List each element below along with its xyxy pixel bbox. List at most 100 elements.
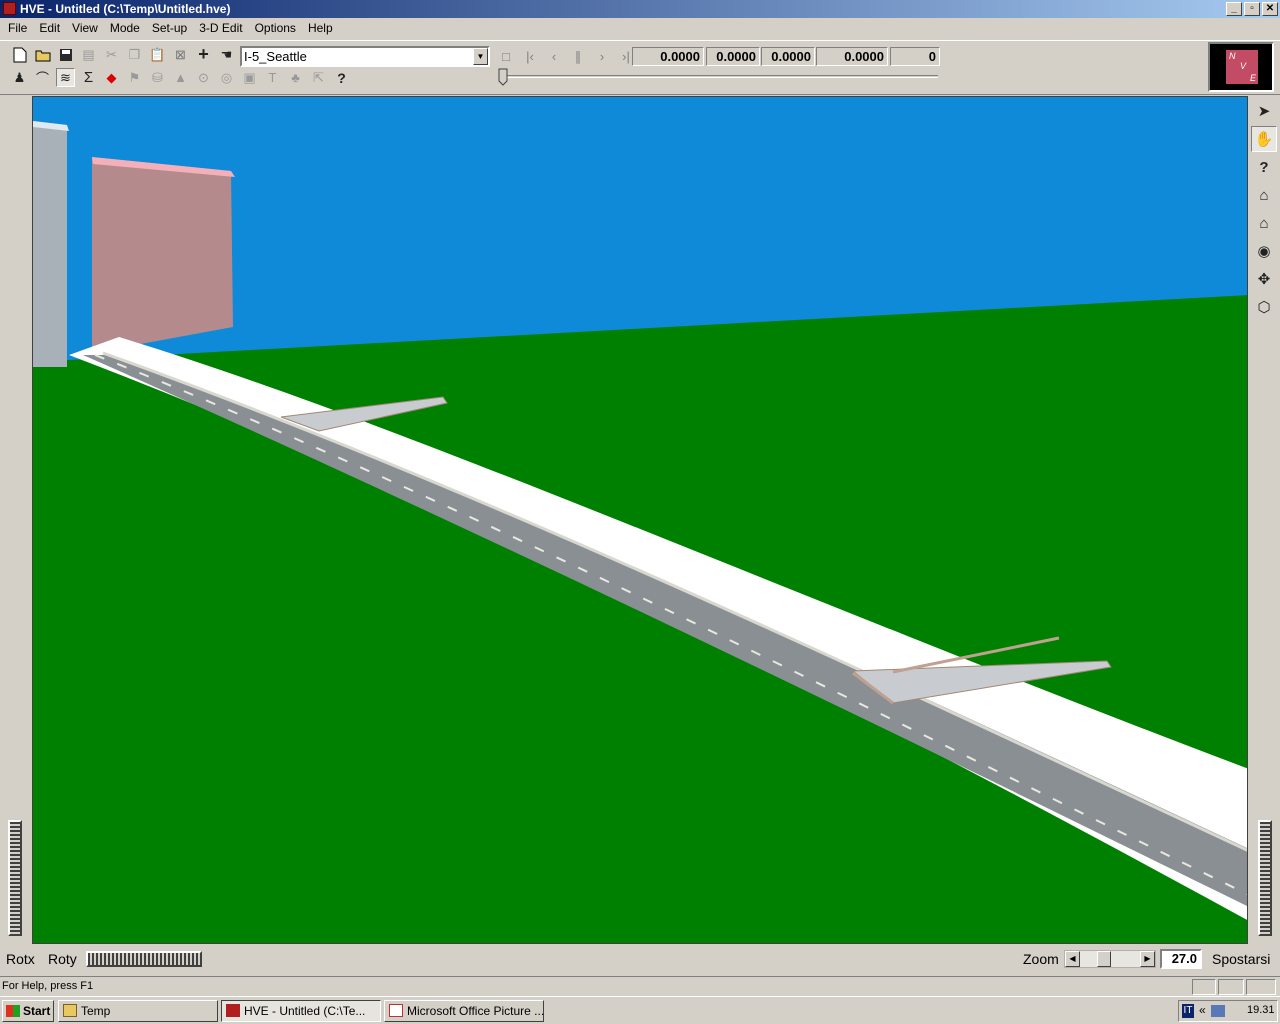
task-temp-label: Temp [81,1004,111,1018]
add-icon[interactable]: + [194,44,213,64]
compass-v: V [1240,61,1247,71]
compass-e: E [1250,73,1257,83]
zoom-value[interactable]: 27.0 [1160,949,1202,969]
sigma-icon[interactable]: Σ [79,68,98,87]
path-icon[interactable]: ⌒ [33,68,52,87]
minimize-button[interactable]: _ [1226,2,1242,16]
rotx-label: Rotx [6,951,35,967]
open-folder-icon[interactable] [33,45,52,64]
home-icon[interactable]: ⌂ [1251,182,1277,208]
zoom-scrollbar[interactable]: ◀ ▶ [1064,950,1156,968]
target-icon[interactable]: ◎ [217,68,236,87]
time-slider-track[interactable] [502,75,938,78]
copy-icon[interactable]: ❐ [125,45,144,64]
help-icon[interactable]: ? [1251,154,1277,180]
zoom-label: Zoom [1023,951,1059,967]
compass-n: N [1229,51,1236,61]
text-tool-icon[interactable]: T [263,68,282,87]
save-icon[interactable] [56,45,75,64]
zoom-vertical-slider[interactable] [1258,820,1272,936]
collision-icon[interactable]: ◆ [102,68,121,87]
task-picture-manager[interactable]: Microsoft Office Picture ... [384,1000,544,1022]
language-indicator[interactable]: IT [1182,1004,1194,1018]
stop-icon[interactable]: □ [496,47,516,66]
delete-icon[interactable]: ⊠ [171,45,190,64]
orientation-compass: N V E [1208,42,1274,92]
zoom-right-arrow-icon[interactable]: ▶ [1140,951,1155,967]
roty-label: Roty [48,951,77,967]
environment-icon[interactable]: ≋ [56,68,75,87]
taskbar: Start Temp HVE - Untitled (C:\Te... Micr… [0,996,1280,1024]
menu-help[interactable]: Help [302,18,339,38]
network-icon[interactable] [1211,1005,1225,1017]
rotx-vertical-slider[interactable] [8,820,22,936]
context-help-icon[interactable]: ? [332,68,351,87]
arrow-tool-icon[interactable]: ⇱ [309,68,328,87]
readout-2: 0.0000 [706,47,760,66]
chevron-down-icon[interactable]: ▼ [473,48,488,65]
environment-select[interactable]: I-5_Seattle ▼ [240,46,490,67]
menu-setup[interactable]: Set-up [146,18,193,38]
zoom-left-arrow-icon[interactable]: ◀ [1065,951,1080,967]
menu-edit[interactable]: Edit [33,18,66,38]
3d-viewport[interactable] [32,96,1248,944]
toolbar: ▤ ✂ ❐ 📋 ⊠ + ☚ ♟ ⌒ ≋ Σ ◆ ⚑ ⛁ ▲ ⊙ ◎ ▣ T ♣ … [0,40,1280,95]
menu-bar: File Edit View Mode Set-up 3-D Edit Opti… [0,18,1280,38]
app-icon [3,2,16,15]
start-button[interactable]: Start [2,1000,54,1022]
clock: 19.31 [1247,1004,1275,1016]
readout-4: 0.0000 [816,47,888,66]
status-bar: For Help, press F1 [0,976,1280,996]
status-pane-3 [1246,979,1276,995]
rewind-start-icon[interactable]: |‹ [520,47,540,66]
readout-5: 0 [890,47,940,66]
pan-label: Spostarsi [1212,951,1271,967]
restore-button[interactable]: ▫ [1244,2,1260,16]
menu-mode[interactable]: Mode [104,18,146,38]
flag-icon[interactable]: ⚑ [125,68,144,87]
status-pane-1 [1192,979,1216,995]
roty-slider[interactable] [86,951,202,967]
menu-3d-edit[interactable]: 3-D Edit [193,18,248,38]
start-label: Start [23,1004,51,1018]
tree-icon[interactable]: ♣ [286,68,305,87]
readout-3: 0.0000 [761,47,815,66]
windows-logo-icon [6,1005,20,1017]
vehicle-icon[interactable]: ♟ [10,68,29,87]
window-title: HVE - Untitled (C:\Temp\Untitled.hve) [20,2,231,16]
pause-icon[interactable]: ∥ [568,47,588,66]
eye-icon[interactable]: ◉ [1251,238,1277,264]
cut-icon[interactable]: ✂ [102,45,121,64]
new-file-icon[interactable] [10,45,29,64]
cone-icon[interactable]: ▲ [171,68,190,87]
scene-render [33,97,1247,943]
select-arrow-icon[interactable]: ➤ [1251,98,1277,124]
task-temp[interactable]: Temp [58,1000,218,1022]
title-bar: HVE - Untitled (C:\Temp\Untitled.hve) _ … [0,0,1280,18]
menu-file[interactable]: File [2,18,33,38]
drum-icon[interactable]: ⊙ [194,68,213,87]
hand-icon[interactable]: ✋ [1251,126,1277,152]
menu-view[interactable]: View [66,18,104,38]
right-toolbar: ➤ ✋ ? ⌂ ⌂ ◉ ✥ ⬡ [1248,96,1280,944]
perspective-icon[interactable]: ⬡ [1251,294,1277,320]
close-button[interactable]: ✕ [1262,2,1278,16]
menu-options[interactable]: Options [249,18,302,38]
box-icon[interactable]: ▣ [240,68,259,87]
zoom-thumb[interactable] [1097,951,1111,967]
database-icon[interactable]: ⛁ [148,68,167,87]
status-help-text: For Help, press F1 [2,980,94,992]
time-slider-thumb[interactable] [498,68,508,86]
task-hve[interactable]: HVE - Untitled (C:\Te... [221,1000,381,1022]
task-hve-label: HVE - Untitled (C:\Te... [244,1004,366,1018]
step-back-icon[interactable]: ‹ [544,47,564,66]
step-forward-icon[interactable]: › [592,47,612,66]
hand-pointer-icon[interactable]: ☚ [217,45,236,64]
tray-expand-icon[interactable]: « [1199,1003,1206,1017]
environment-select-value: I-5_Seattle [244,49,307,64]
home-edit-icon[interactable]: ⌂ [1251,210,1277,236]
status-pane-2 [1218,979,1244,995]
paste-icon[interactable]: 📋 [148,45,167,64]
move-icon[interactable]: ✥ [1251,266,1277,292]
print-icon[interactable]: ▤ [79,45,98,64]
